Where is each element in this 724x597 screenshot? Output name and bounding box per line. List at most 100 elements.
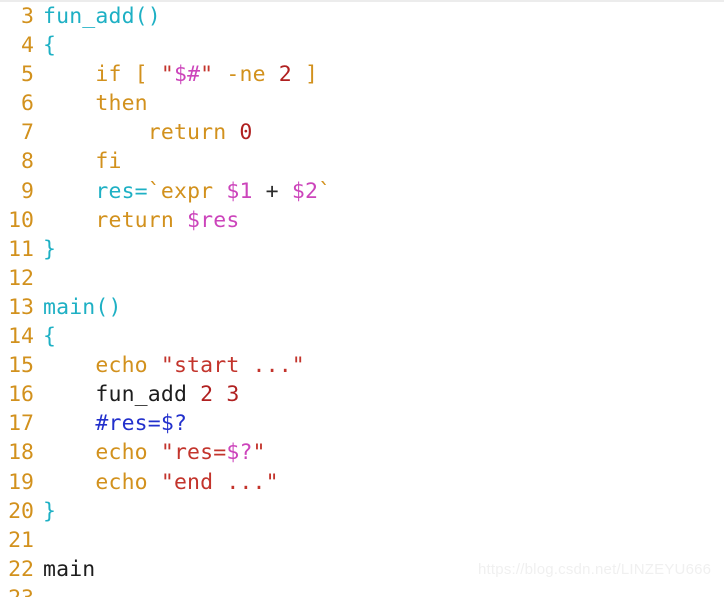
token-brace: { [43,33,57,59]
token-brace: } [43,498,57,524]
line-number: 5 [21,62,34,88]
token-variable: $# [173,62,201,88]
line-number: 9 [21,178,34,204]
line-content[interactable]: echo "end ..." [34,468,279,497]
token-keyword: echo [43,440,161,466]
token-assign: res= [95,178,148,204]
line-number: 19 [8,469,34,495]
token-brace: } [43,236,57,262]
token-variable: $2 [291,178,319,204]
token-plain: fun_add [43,382,201,408]
code-line[interactable]: 6 then [0,89,724,118]
line-number: 6 [21,91,34,117]
code-line[interactable]: 7 return 0 [0,118,724,147]
token-string: " [160,62,174,88]
code-line[interactable]: 23 [0,584,724,597]
code-line[interactable]: 19 echo "end ..." [0,468,724,497]
code-line[interactable]: 14 { [0,322,724,351]
line-content[interactable]: res=`expr $1 + $2` [34,177,331,206]
line-content[interactable]: } [34,235,56,264]
code-line-list: 3 fun_add() 4{5 if [ "$#" -ne 2 ] 6 then 7 r… [0,2,724,597]
line-content[interactable]: if [ "$#" -ne 2 ] [34,60,318,89]
line-number: 14 [8,324,34,350]
watermark-text: https://blog.csdn.net/LINZEYU666 [478,561,712,578]
token-number: 2 [278,62,292,88]
token-string: " [252,440,266,466]
code-line[interactable]: 20} [0,497,724,526]
line-content[interactable]: { [34,322,56,351]
line-number: 18 [8,440,34,466]
line-number: 17 [8,411,34,437]
token-operator: + [252,178,292,204]
line-content[interactable]: echo "start ..." [34,351,305,380]
line-number: 22 [8,556,34,582]
token-keyword: echo [43,469,161,495]
line-number: 21 [8,527,34,553]
code-line[interactable]: 3 fun_add() [0,2,724,31]
line-number: 13 [8,294,34,320]
token-backtick: ` [318,178,332,204]
line-number: 15 [8,353,34,379]
line-number: 3 [21,4,34,29]
code-viewer[interactable]: 3 fun_add() 4{5 if [ "$#" -ne 2 ] 6 then 7 r… [0,0,724,597]
code-line[interactable]: 5 if [ "$#" -ne 2 ] [0,60,724,89]
code-line[interactable]: 12 [0,264,724,293]
code-line[interactable]: 21 [0,526,724,555]
line-content[interactable]: main [34,555,95,584]
line-number: 4 [21,33,34,59]
line-content[interactable]: then [34,89,148,118]
line-content[interactable]: fi [34,147,122,176]
line-content[interactable]: main() [34,293,122,322]
line-content[interactable]: #res=$? [34,409,187,438]
code-line[interactable]: 13 main() [0,293,724,322]
code-line[interactable]: 8 fi [0,147,724,176]
code-line[interactable]: 18 echo "res=$?" [0,438,724,467]
token-string: "start ..." [160,353,305,379]
code-line[interactable]: 16 fun_add 2 3 [0,380,724,409]
token-keyword: fi [43,149,122,175]
token-keyword: expr [160,178,227,204]
code-line[interactable]: 4{ [0,31,724,60]
token-keyword: return [43,120,240,146]
token-keyword: ] [291,62,319,88]
line-content[interactable]: echo "res=$?" [34,438,266,467]
line-content[interactable]: return $res [34,206,239,235]
line-number: 10 [8,207,34,233]
code-line[interactable]: 9 res=`expr $1 + $2` [0,177,724,206]
token-function: fun_add() [43,4,161,29]
token-comment: #res=$? [95,411,188,437]
code-line[interactable]: 11} [0,235,724,264]
code-line[interactable]: 10 return $res [0,206,724,235]
token-variable: $res [187,207,240,233]
token-brace: { [43,324,57,350]
code-line[interactable]: 17 #res=$? [0,409,724,438]
token-keyword: then [43,91,148,117]
token-number: 0 [239,120,253,146]
token-keyword: if [ [43,62,161,88]
line-number: 20 [8,498,34,524]
token-function: main() [43,294,122,320]
line-content[interactable]: fun_add() [34,2,161,31]
token-variable: $? [226,440,253,466]
token-number: 3 [226,382,240,408]
token-keyword: echo [43,353,161,379]
token-keyword: return [43,207,188,233]
token-number: 2 [200,382,214,408]
token-backtick: ` [147,178,161,204]
line-content[interactable]: { [34,31,56,60]
line-content[interactable]: fun_add 2 3 [34,380,239,409]
line-content[interactable]: } [34,497,56,526]
code-line[interactable]: 15 echo "start ..." [0,351,724,380]
token-string: "end ..." [160,469,279,495]
token-variable: $1 [226,178,253,204]
line-number: 23 [0,584,34,597]
token-plain: main [43,556,96,582]
line-number: 16 [8,382,34,408]
line-content[interactable]: return 0 [34,118,253,147]
line-number: 7 [21,120,34,146]
token-string: " [200,62,214,88]
line-number: 12 [8,265,34,291]
